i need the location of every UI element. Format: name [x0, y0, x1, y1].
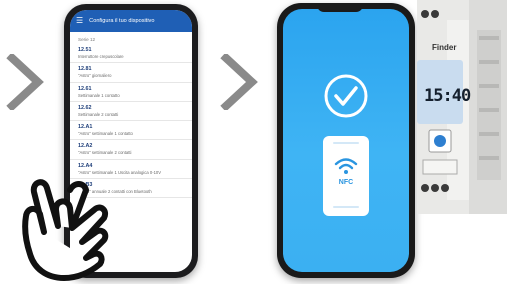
item-code: 12.81: [78, 66, 92, 73]
section-header: Serie 12: [78, 37, 96, 42]
card-bar: [333, 142, 359, 144]
list-item[interactable]: 12.A2 "Astro" settimanale 2 contatti: [70, 140, 192, 160]
phone-notch: [317, 3, 363, 12]
menu-icon[interactable]: ☰: [76, 17, 83, 25]
timer-device: [417, 0, 507, 214]
phone-nfc: NFC: [277, 3, 415, 278]
list-item[interactable]: 12.81 "Astro" giornaliero: [70, 63, 192, 83]
check-circle-icon: [324, 74, 368, 118]
item-description: Settimanale 2 contatti: [78, 111, 119, 117]
card-bar: [333, 206, 359, 208]
item-description: Interruttore crepuscolare: [78, 54, 124, 59]
item-code: 12.A1: [78, 124, 93, 130]
chevron-right-icon: [220, 54, 258, 110]
item-code: 12.62: [78, 104, 92, 111]
item-code: 12.A4: [78, 162, 93, 169]
list-item[interactable]: 12.51 Interruttore crepuscolare: [70, 44, 192, 64]
item-code: 12.61: [78, 85, 92, 92]
item-code: 12.51: [78, 47, 92, 53]
lcd-time: 15:40: [424, 86, 471, 106]
app-bar: ☰ Configura il tuo dispositivo: [70, 10, 192, 32]
wifi-signal-icon: [334, 158, 358, 174]
list-item[interactable]: 12.62 Settimanale 2 contatti: [70, 102, 192, 121]
device-brand: Finder: [432, 43, 457, 52]
item-description: "Astro" giornaliero: [78, 73, 112, 79]
app-title: Configura il tuo dispositivo: [89, 18, 155, 24]
hand-tap-icon: [22, 179, 109, 281]
chevron-right-icon: [6, 54, 44, 110]
nfc-screen: NFC: [283, 9, 409, 272]
item-description: "Astro" settimanale 1 contatto: [78, 131, 133, 136]
list-item[interactable]: 12.61 Settimanale 1 contatto: [70, 83, 192, 102]
nfc-label: NFC: [338, 179, 354, 186]
phone-notch: [106, 4, 144, 10]
nfc-card: NFC: [323, 136, 369, 216]
item-description: Settimanale 1 contatto: [78, 92, 120, 98]
item-description: "Astro" settimanale 2 contatti: [78, 150, 132, 156]
list-item[interactable]: 12.A1 "Astro" settimanale 1 contatto: [70, 121, 192, 141]
item-code: 12.A2: [78, 143, 93, 150]
